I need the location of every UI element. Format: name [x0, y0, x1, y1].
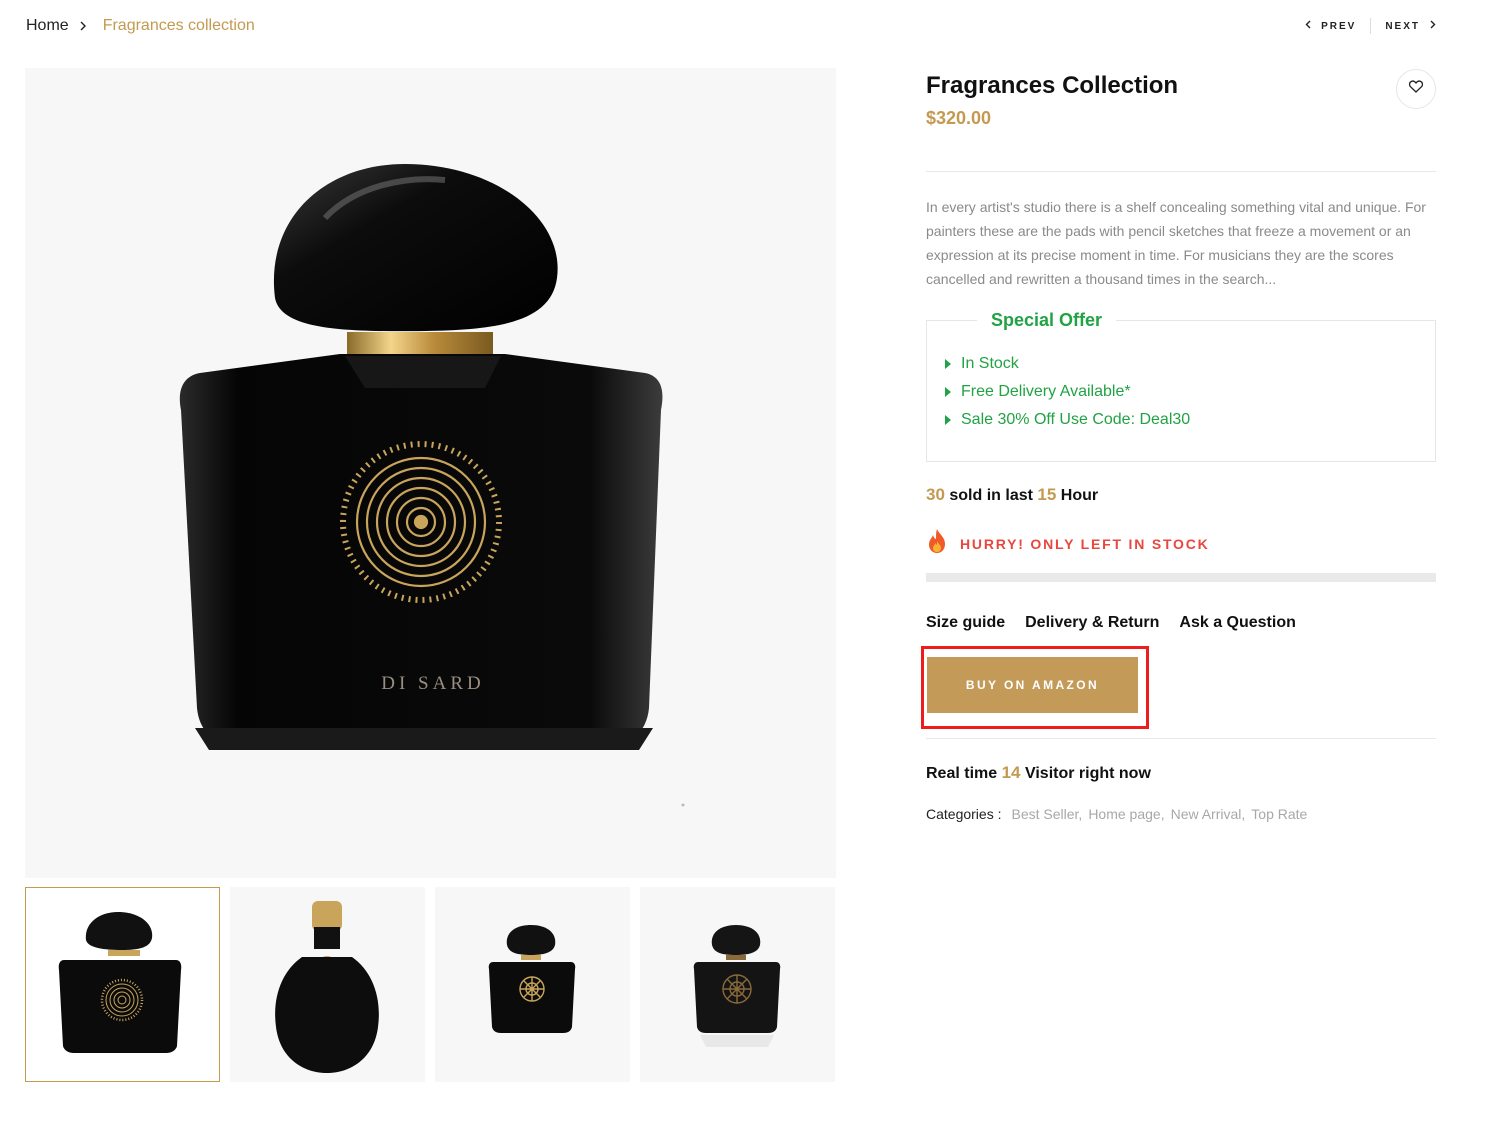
- category-link[interactable]: Best Seller,: [1011, 806, 1082, 822]
- categories: Categories : Best Seller, Home page, New…: [926, 806, 1307, 822]
- next-label: NEXT: [1385, 20, 1420, 32]
- breadcrumb: Home Fragrances collection: [26, 16, 255, 36]
- visitor-text-a: Real time: [926, 765, 1002, 782]
- product-pager: PREV NEXT: [1305, 18, 1436, 34]
- next-link[interactable]: NEXT: [1385, 20, 1436, 32]
- stock-alert-text: HURRY! ONLY LEFT IN STOCK: [960, 535, 1210, 552]
- chevron-right-icon: [1430, 20, 1436, 32]
- chevron-left-icon: [1305, 20, 1311, 32]
- category-link[interactable]: Top Rate: [1251, 806, 1307, 822]
- thumbnail-strip: [25, 887, 835, 1082]
- heart-icon: [1408, 80, 1424, 98]
- stock-alert: HURRY! ONLY LEFT IN STOCK: [926, 528, 1210, 559]
- product-info: Fragrances Collection $320.00 In every a…: [921, 68, 1436, 822]
- main-product-image[interactable]: DI SARD: [25, 68, 836, 878]
- visitor-count: 14: [1001, 763, 1021, 782]
- sold-hours: 15: [1037, 485, 1057, 504]
- special-offer-title: Special Offer: [977, 310, 1117, 331]
- offer-item: In Stock: [943, 353, 1190, 381]
- thumbnail-4[interactable]: [640, 887, 835, 1082]
- product-links: Size guide Delivery & Return Ask a Quest…: [926, 614, 1296, 632]
- divider: [926, 171, 1436, 172]
- wishlist-button[interactable]: [1396, 69, 1436, 109]
- categories-label: Categories :: [926, 806, 1002, 822]
- prev-link[interactable]: PREV: [1305, 20, 1356, 32]
- triangle-bullet-icon: [945, 387, 951, 397]
- buy-on-amazon-button[interactable]: BUY ON AMAZON: [927, 657, 1138, 713]
- offer-item: Sale 30% Off Use Code: Deal30: [943, 409, 1190, 437]
- product-description: In every artist's studio there is a shel…: [926, 199, 1426, 287]
- thumbnail-1[interactable]: [25, 887, 220, 1082]
- perfume-bottle-illustration: DI SARD: [179, 164, 685, 807]
- fire-icon: [926, 528, 948, 559]
- chevron-right-icon: [79, 21, 89, 31]
- divider: [926, 738, 1436, 739]
- delivery-return-link[interactable]: Delivery & Return: [1025, 614, 1159, 632]
- category-link[interactable]: Home page,: [1088, 806, 1164, 822]
- pager-divider: [1370, 18, 1372, 34]
- offer-item-text: Sale 30% Off Use Code: Deal30: [961, 411, 1191, 428]
- offer-item-text: Free Delivery Available*: [961, 383, 1131, 400]
- sold-count: 30: [926, 485, 945, 504]
- special-offer-list: In Stock Free Delivery Available* Sale 3…: [943, 353, 1190, 437]
- triangle-bullet-icon: [945, 359, 951, 369]
- sold-counter: 30 sold in last 15 Hour: [926, 485, 1098, 505]
- bottle-brand-text: DI SARD: [381, 673, 484, 694]
- product-title: Fragrances Collection: [926, 72, 1179, 99]
- ask-question-link[interactable]: Ask a Question: [1179, 614, 1295, 632]
- breadcrumb-current: Fragrances collection: [102, 17, 255, 34]
- offer-item: Free Delivery Available*: [943, 381, 1190, 409]
- prev-label: PREV: [1321, 20, 1357, 32]
- sold-text-b: Hour: [1056, 487, 1099, 504]
- special-offer-box: Special Offer In Stock Free Delivery Ava…: [926, 310, 1436, 462]
- size-guide-link[interactable]: Size guide: [926, 614, 1005, 632]
- product-price: $320.00: [926, 108, 992, 128]
- visitor-counter: Real time 14 Visitor right now: [926, 763, 1151, 783]
- sold-text-a: sold in last: [944, 487, 1038, 504]
- breadcrumb-home-link[interactable]: Home: [26, 17, 69, 35]
- thumbnail-3[interactable]: [435, 887, 630, 1082]
- visitor-text-b: Visitor right now: [1020, 765, 1151, 782]
- offer-item-text: In Stock: [961, 355, 1019, 372]
- thumbnail-2[interactable]: [230, 887, 425, 1082]
- stock-progress-bar: [926, 573, 1436, 582]
- triangle-bullet-icon: [945, 415, 951, 425]
- category-link[interactable]: New Arrival,: [1171, 806, 1246, 822]
